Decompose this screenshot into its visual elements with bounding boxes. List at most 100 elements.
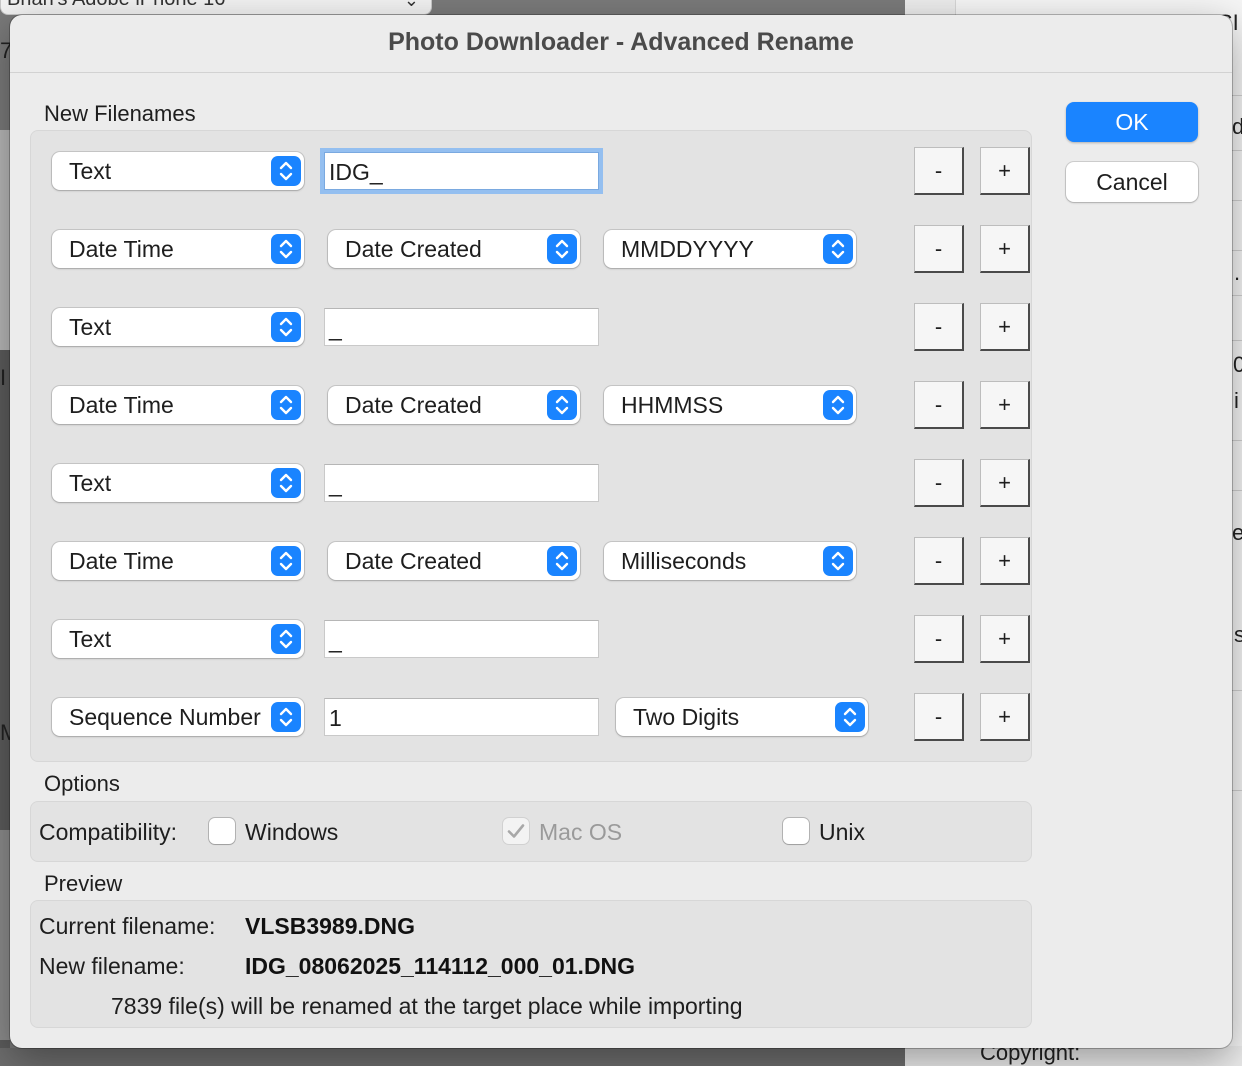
device-selector-label: Brian's Adobe iPhone 16	[7, 0, 225, 11]
element-type-popup[interactable]: Text	[52, 620, 304, 658]
format-popup-value: MMDDYYYY	[621, 236, 754, 262]
new-filenames-group: Text IDG_ - + Date Time Date Created MMDDYYYY -…	[30, 130, 1032, 762]
cancel-button[interactable]: Cancel	[1066, 162, 1198, 202]
element-type-popup[interactable]: Date Time	[52, 230, 304, 268]
rename-summary: 7839 file(s) will be renamed at the targ…	[111, 993, 743, 1019]
element-type-popup-value: Text	[69, 158, 112, 184]
options-group: Compatibility: Windows Mac OS Unix	[30, 801, 1032, 862]
element-type-popup[interactable]: Date Time	[52, 542, 304, 580]
chevron-down-icon: ⌄	[403, 0, 419, 10]
element-type-popup-value: Text	[69, 626, 112, 652]
popup-stepper-icon	[835, 702, 865, 732]
checkmark-icon	[507, 824, 525, 838]
advanced-rename-dialog: Photo Downloader - Advanced Rename OK Ca…	[10, 15, 1232, 1048]
background-text: I	[0, 365, 7, 390]
text-field-value: 1	[329, 705, 342, 731]
windows-label: Windows	[245, 819, 339, 845]
element-type-popup[interactable]: Text	[52, 308, 304, 346]
add-row-button[interactable]: +	[980, 303, 1030, 351]
popup-stepper-icon	[271, 468, 301, 498]
date-source-popup[interactable]: Date Created	[328, 230, 580, 268]
element-type-popup-value: Date Time	[69, 392, 174, 418]
element-type-popup-value: Text	[69, 470, 112, 496]
format-popup[interactable]: Two Digits	[616, 698, 868, 736]
text-field[interactable]: IDG_	[324, 152, 599, 190]
device-selector[interactable]: Brian's Adobe iPhone 16 ⌄	[0, 0, 432, 15]
preview-label: Preview	[44, 871, 123, 896]
text-field[interactable]: _	[324, 620, 599, 658]
compatibility-label: Compatibility:	[39, 819, 178, 845]
filmstrip	[0, 1048, 905, 1066]
background-text: s	[1234, 622, 1242, 647]
popup-stepper-icon	[271, 390, 301, 420]
element-type-popup-value: Date Time	[69, 548, 174, 574]
add-row-button[interactable]: +	[980, 147, 1030, 195]
current-filename-value: VLSB3989.DNG	[245, 913, 416, 939]
add-row-button[interactable]: +	[980, 537, 1030, 585]
text-field-value: _	[329, 627, 342, 653]
photo-thumbnail	[0, 130, 10, 350]
date-source-popup[interactable]: Date Created	[328, 542, 580, 580]
new-filename-label: New filename:	[39, 953, 185, 979]
ok-button[interactable]: OK	[1066, 102, 1198, 142]
background-text: d	[1232, 114, 1242, 139]
format-popup-value: HHMMSS	[621, 392, 724, 418]
add-row-button[interactable]: +	[980, 615, 1030, 663]
date-source-popup-value: Date Created	[345, 236, 482, 262]
format-popup[interactable]: Milliseconds	[604, 542, 856, 580]
remove-row-button[interactable]: -	[914, 615, 964, 663]
unix-checkbox[interactable]	[783, 818, 809, 844]
unix-label: Unix	[819, 819, 866, 845]
dialog-title: Photo Downloader - Advanced Rename	[388, 28, 854, 56]
photo-thumbnail	[0, 830, 10, 1040]
remove-row-button[interactable]: -	[914, 147, 964, 195]
popup-stepper-icon	[271, 702, 301, 732]
remove-row-button[interactable]: -	[914, 459, 964, 507]
remove-row-button[interactable]: -	[914, 225, 964, 273]
popup-stepper-icon	[823, 390, 853, 420]
windows-checkbox[interactable]	[209, 818, 235, 844]
popup-stepper-icon	[547, 234, 577, 264]
background-text: 0	[1233, 352, 1242, 377]
macos-checkbox	[503, 818, 529, 844]
text-field-value: _	[329, 315, 342, 341]
element-type-popup-value: Text	[69, 314, 112, 340]
format-popup[interactable]: MMDDYYYY	[604, 230, 856, 268]
dialog-titlebar: Photo Downloader - Advanced Rename	[10, 15, 1232, 73]
popup-stepper-icon	[547, 546, 577, 576]
text-field-value: IDG_	[329, 159, 383, 185]
add-row-button[interactable]: +	[980, 459, 1030, 507]
macos-label: Mac OS	[539, 819, 623, 845]
add-row-button[interactable]: +	[980, 225, 1030, 273]
popup-stepper-icon	[823, 546, 853, 576]
format-popup-value: Two Digits	[633, 704, 740, 730]
remove-row-button[interactable]: -	[914, 693, 964, 741]
text-field[interactable]: _	[324, 464, 599, 502]
format-popup[interactable]: HHMMSS	[604, 386, 856, 424]
format-popup-value: Milliseconds	[621, 548, 747, 574]
add-row-button[interactable]: +	[980, 381, 1030, 429]
element-type-popup[interactable]: Text	[52, 152, 304, 190]
element-type-popup-value: Date Time	[69, 236, 174, 262]
preview-group: Current filename: VLSB3989.DNG New filen…	[30, 900, 1032, 1028]
element-type-popup[interactable]: Sequence Number	[52, 698, 304, 736]
date-source-popup[interactable]: Date Created	[328, 386, 580, 424]
new-filenames-label: New Filenames	[44, 101, 196, 126]
element-type-popup[interactable]: Date Time	[52, 386, 304, 424]
current-filename-label: Current filename:	[39, 913, 216, 939]
element-type-popup[interactable]: Text	[52, 464, 304, 502]
popup-stepper-icon	[547, 390, 577, 420]
remove-row-button[interactable]: -	[914, 303, 964, 351]
text-field[interactable]: _	[324, 308, 599, 346]
remove-row-button[interactable]: -	[914, 537, 964, 585]
remove-row-button[interactable]: -	[914, 381, 964, 429]
add-row-button[interactable]: +	[980, 693, 1030, 741]
background-text: e	[1232, 520, 1242, 545]
text-field-value: _	[329, 471, 342, 497]
background-text: .	[1234, 260, 1241, 285]
popup-stepper-icon	[271, 234, 301, 264]
popup-stepper-icon	[271, 156, 301, 186]
text-field[interactable]: 1	[324, 698, 599, 736]
popup-stepper-icon	[271, 312, 301, 342]
element-type-popup-value: Sequence Number	[69, 704, 261, 730]
